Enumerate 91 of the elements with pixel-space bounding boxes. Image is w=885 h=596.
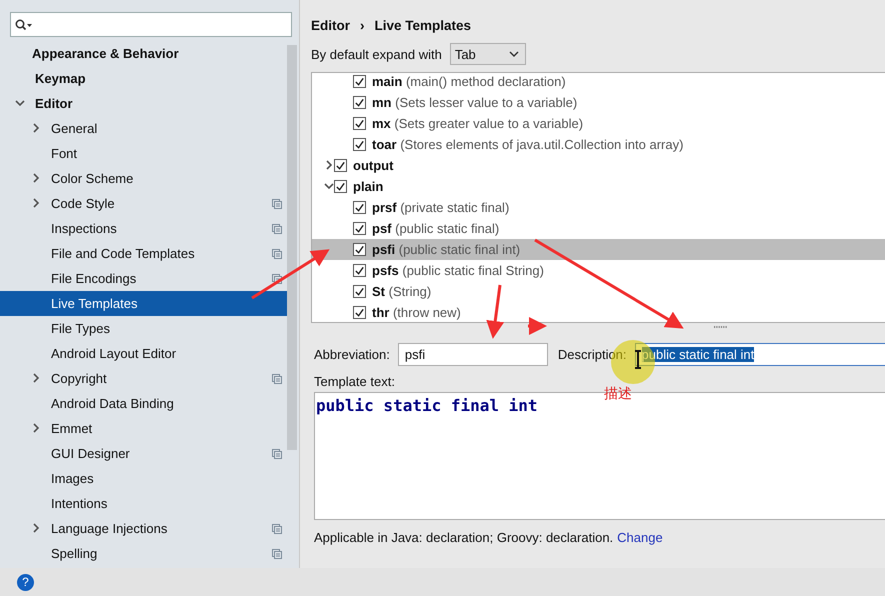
template-row[interactable]: St (String) bbox=[312, 281, 885, 302]
template-row[interactable]: psf (public static final) bbox=[312, 218, 885, 239]
settings-tree-item[interactable]: Color Scheme bbox=[0, 166, 287, 191]
template-label: mx (Sets greater value to a variable) bbox=[372, 116, 584, 131]
template-label: mn (Sets lesser value to a variable) bbox=[372, 95, 578, 110]
chevron-right-icon[interactable] bbox=[31, 198, 41, 208]
copy-icon bbox=[272, 448, 282, 458]
scrollbar[interactable] bbox=[287, 45, 297, 450]
copy-icon bbox=[272, 274, 282, 284]
copy-icon bbox=[272, 374, 282, 384]
settings-tree-item[interactable]: Font bbox=[0, 141, 287, 166]
checkbox[interactable] bbox=[353, 243, 366, 256]
template-row[interactable]: toar (Stores elements of java.util.Collection into array) bbox=[312, 134, 885, 155]
checkbox[interactable] bbox=[353, 96, 366, 109]
checkbox[interactable] bbox=[353, 117, 366, 130]
template-row[interactable]: psfi (public static final int) bbox=[312, 239, 885, 260]
help-button[interactable]: ? bbox=[17, 574, 34, 590]
template-row[interactable]: psfs (public static final String) bbox=[312, 260, 885, 281]
template-label: prsf (private static final) bbox=[372, 200, 510, 215]
abbreviation-field[interactable]: psfi bbox=[398, 343, 548, 366]
template-label: thr (throw new) bbox=[372, 305, 461, 320]
template-row[interactable]: mn (Sets lesser value to a variable) bbox=[312, 92, 885, 113]
copy-icon bbox=[272, 248, 282, 258]
breadcrumb-text: Editor bbox=[311, 18, 350, 33]
copy-icon bbox=[272, 548, 282, 558]
template-row[interactable]: thr (throw new) bbox=[312, 302, 885, 322]
search-icon bbox=[15, 18, 33, 30]
checkbox[interactable] bbox=[353, 285, 366, 298]
text-cursor-icon bbox=[634, 350, 642, 369]
template-label: psfs (public static final String) bbox=[372, 263, 544, 278]
settings-tree-item[interactable]: Spelling bbox=[0, 541, 287, 566]
checkbox[interactable] bbox=[353, 138, 366, 151]
template-group-row[interactable]: output bbox=[312, 155, 885, 176]
settings-tree-item[interactable]: File Encodings bbox=[0, 266, 287, 291]
checkbox[interactable] bbox=[353, 264, 366, 277]
settings-tree-item[interactable]: File and Code Templates bbox=[0, 241, 287, 266]
expand-dropdown[interactable]: Tab bbox=[450, 43, 526, 65]
settings-tree-item[interactable]: Language Injections bbox=[0, 516, 287, 541]
chevron-right-icon[interactable] bbox=[31, 123, 41, 133]
description-field[interactable]: public static final int bbox=[634, 343, 885, 366]
settings-tree-item[interactable]: Appearance & Behavior bbox=[0, 41, 287, 66]
chevron-right-icon[interactable] bbox=[31, 423, 41, 433]
expand-label: By default expand with bbox=[311, 46, 442, 62]
template-row[interactable]: main (main() method declaration) bbox=[312, 73, 885, 92]
template-label: St (String) bbox=[372, 284, 432, 299]
chevron-right-icon[interactable] bbox=[31, 373, 41, 383]
template-label: psf (public static final) bbox=[372, 221, 500, 236]
chevron-right-icon[interactable] bbox=[324, 160, 334, 170]
checkbox[interactable] bbox=[334, 180, 347, 193]
settings-tree-item[interactable]: General bbox=[0, 116, 287, 141]
settings-tree-item[interactable]: Emmet bbox=[0, 416, 287, 441]
settings-tree-item[interactable]: Keymap bbox=[0, 66, 287, 91]
chevron-right-icon[interactable] bbox=[31, 523, 41, 533]
chevron-down-icon[interactable] bbox=[15, 98, 25, 108]
copy-icon bbox=[272, 524, 282, 534]
copy-icon bbox=[272, 198, 282, 208]
checkbox[interactable] bbox=[353, 201, 366, 214]
settings-tree-item[interactable]: Images bbox=[0, 466, 287, 491]
search-field[interactable] bbox=[10, 12, 292, 37]
checkbox[interactable] bbox=[353, 306, 366, 319]
change-link[interactable]: Change bbox=[617, 530, 663, 545]
settings-tree-item[interactable]: Android Data Binding bbox=[0, 391, 287, 416]
chevron-down-icon[interactable] bbox=[324, 181, 334, 191]
copy-icon bbox=[272, 224, 282, 234]
checkbox[interactable] bbox=[334, 159, 347, 172]
settings-tree-item[interactable]: Editor bbox=[0, 91, 287, 116]
annotation-arrow bbox=[486, 284, 504, 339]
abbreviation-label: Abbreviation: bbox=[314, 347, 390, 362]
breadcrumb-text: Live Templates bbox=[374, 18, 472, 33]
checkbox[interactable] bbox=[353, 222, 366, 235]
template-label: main (main() method declaration) bbox=[372, 74, 566, 89]
template-row[interactable]: mx (Sets greater value to a variable) bbox=[312, 113, 885, 134]
template-group-row[interactable]: plain bbox=[312, 176, 885, 197]
settings-tree-item[interactable]: Inspections bbox=[0, 216, 287, 241]
resize-grip-icon[interactable] bbox=[714, 325, 728, 329]
settings-tree-item[interactable]: File Types bbox=[0, 316, 287, 341]
applicable-contexts-text: Applicable in Java: declaration; Groovy: declaration. bbox=[314, 530, 614, 545]
caret-icon bbox=[508, 51, 519, 57]
breadcrumb-text: › bbox=[360, 18, 364, 33]
chevron-right-icon[interactable] bbox=[31, 173, 41, 183]
template-row[interactable]: prsf (private static final) bbox=[312, 197, 885, 218]
template-label: psfi (public static final int) bbox=[372, 242, 520, 257]
settings-tree-item[interactable]: Copyright bbox=[0, 366, 287, 391]
template-text-label: Template text: bbox=[314, 374, 396, 389]
checkbox[interactable] bbox=[353, 75, 366, 88]
settings-tree-item[interactable]: Live Templates bbox=[0, 291, 287, 316]
template-label: toar (Stores elements of java.util.Collection into array) bbox=[372, 137, 684, 152]
settings-tree-item[interactable]: Code Style bbox=[0, 191, 287, 216]
settings-tree-item[interactable]: GUI Designer bbox=[0, 441, 287, 466]
settings-tree-item[interactable]: Android Layout Editor bbox=[0, 341, 287, 366]
settings-tree-item[interactable]: Intentions bbox=[0, 491, 287, 516]
